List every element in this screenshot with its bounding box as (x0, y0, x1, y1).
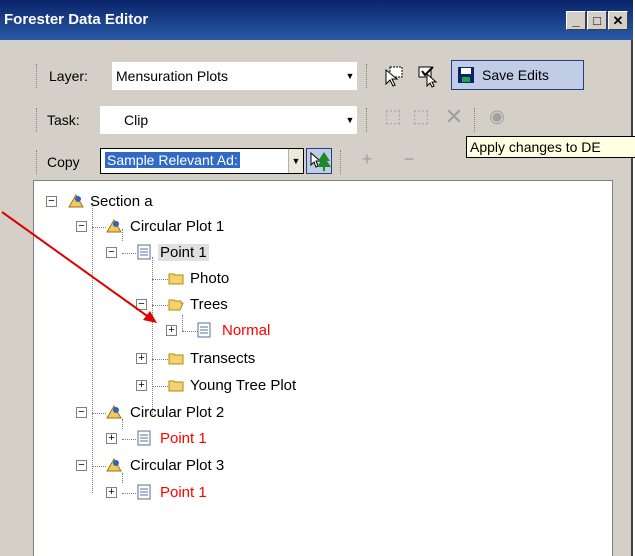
expand-toggle[interactable]: + (136, 380, 147, 391)
select-pointer-icon (385, 66, 403, 87)
toolbar-grip[interactable] (366, 108, 369, 132)
document-icon (137, 430, 151, 446)
toolbar-grip[interactable] (36, 108, 39, 132)
validate-button[interactable] (415, 64, 441, 88)
layer-toolbar: Layer: Mensuration Plots ▼ Save Edits (0, 60, 631, 92)
tree-connector (92, 413, 106, 414)
forester-data-editor-window: Forester Data Editor _ □ ✕ Layer: Mensur… (0, 0, 635, 556)
tree-connector (152, 279, 168, 280)
tooltip: Apply changes to DE (466, 136, 635, 158)
copy-label: Copy (47, 154, 80, 170)
tree-node-label: Transects (190, 350, 256, 367)
tree-connector (122, 473, 123, 483)
expand-toggle[interactable]: + (166, 325, 177, 336)
copy-select[interactable]: Sample Relevant Ad: ▼ (100, 148, 304, 174)
tree-connector (152, 359, 168, 360)
tree-pointer-icon (310, 151, 331, 171)
save-disk-icon (458, 67, 474, 83)
toolbar-grip[interactable] (36, 150, 39, 174)
remove-copy-button[interactable]: − (400, 149, 418, 170)
delete-icon[interactable]: ✕ (442, 104, 466, 130)
open-folder-icon (168, 299, 184, 311)
tree-node-label: Point 1 (160, 484, 207, 501)
chevron-down-icon[interactable]: ▼ (343, 106, 357, 134)
tooltip-text: Apply changes to DE (470, 139, 601, 155)
collapse-toggle[interactable]: − (46, 196, 57, 207)
expand-toggle[interactable]: + (106, 433, 117, 444)
person-folder-icon (106, 458, 122, 472)
tree-connector (152, 305, 168, 306)
tree-node-label: Circular Plot 1 (130, 218, 225, 235)
apply-changes-icon[interactable]: ◉ (484, 106, 510, 127)
window-title: Forester Data Editor (4, 11, 149, 28)
minimize-icon: _ (572, 13, 580, 28)
person-folder-icon (68, 194, 84, 208)
tree-node-label: Circular Plot 2 (130, 404, 225, 421)
tree-connector (152, 257, 153, 417)
folder-icon (168, 273, 184, 285)
maximize-button[interactable]: □ (587, 11, 607, 30)
data-tree[interactable]: − Section a − Circular Plot 1 − Point 1 (33, 180, 613, 556)
toolbar-grip (340, 150, 343, 174)
expand-toggle[interactable]: + (136, 353, 147, 364)
folder-icon (168, 380, 184, 392)
collapse-toggle[interactable]: − (106, 247, 117, 258)
copy-select-value: Sample Relevant Ad: (105, 152, 240, 168)
chevron-down-icon[interactable]: ▼ (288, 149, 303, 173)
close-icon: ✕ (612, 13, 624, 28)
toolbar-grip[interactable] (36, 64, 39, 88)
tree-node-label: Point 1 (160, 430, 207, 447)
add-vertex-icon[interactable]: ⬚ (382, 106, 404, 127)
tree-node-label: Young Tree Plot (190, 377, 297, 394)
tree-connector (122, 493, 136, 494)
tree-node-label: Circular Plot 3 (130, 457, 225, 474)
close-button[interactable]: ✕ (608, 11, 628, 30)
layer-select[interactable]: Mensuration Plots ▼ (112, 62, 357, 90)
tree-connector (92, 203, 93, 493)
tree-node-label: Trees (190, 296, 228, 313)
check-pointer-icon (418, 66, 438, 88)
tree-node-label: Photo (190, 270, 230, 287)
remove-vertex-icon[interactable]: ⬚ (410, 106, 432, 127)
collapse-toggle[interactable]: − (76, 460, 87, 471)
expand-toggle[interactable]: + (106, 487, 117, 498)
collapse-toggle[interactable]: − (136, 299, 147, 310)
tree-connector (92, 466, 106, 467)
add-copy-button[interactable]: + (358, 149, 376, 170)
minimize-button[interactable]: _ (566, 11, 586, 30)
tree-connector (182, 315, 183, 331)
task-toolbar: Task: Clip ▼ ⬚ ⬚ ✕ ◉ (0, 104, 631, 136)
tree-connector (92, 227, 106, 228)
select-features-button[interactable] (381, 64, 407, 88)
document-icon (197, 322, 211, 338)
task-select-value: Clip (124, 112, 149, 128)
tree-node-label: Normal (222, 322, 271, 339)
collapse-toggle[interactable]: − (76, 407, 87, 418)
tree-node-label: Point 1 (158, 244, 209, 261)
tree-connector (122, 439, 136, 440)
toolbar-grip[interactable] (366, 64, 369, 88)
tree-connector (122, 419, 123, 429)
task-select[interactable]: Clip ▼ (100, 106, 357, 134)
person-folder-icon (106, 405, 122, 419)
save-edits-label: Save Edits (482, 67, 549, 83)
document-icon (137, 484, 151, 500)
task-label: Task: (47, 112, 80, 128)
folder-icon (168, 353, 184, 365)
tree-node-label: Section a (90, 193, 153, 210)
tree-connector (122, 253, 136, 254)
layer-label: Layer: (49, 68, 88, 84)
tree-connector (152, 386, 168, 387)
document-icon (137, 244, 151, 260)
toolbar-grip (474, 108, 477, 132)
person-folder-icon (106, 219, 122, 233)
maximize-icon: □ (593, 13, 601, 28)
save-edits-button[interactable]: Save Edits (451, 60, 584, 90)
collapse-toggle[interactable]: − (76, 221, 87, 232)
layer-select-value: Mensuration Plots (116, 68, 229, 84)
title-bar[interactable]: Forester Data Editor _ □ ✕ (0, 0, 633, 40)
chevron-down-icon[interactable]: ▼ (343, 62, 357, 90)
copy-select-tool-button[interactable] (306, 148, 332, 174)
tree-connector (122, 229, 123, 241)
